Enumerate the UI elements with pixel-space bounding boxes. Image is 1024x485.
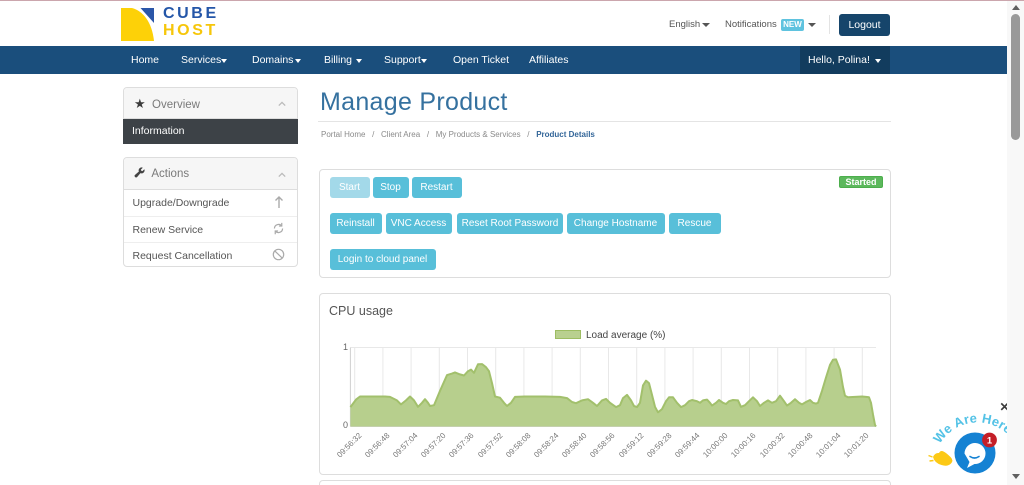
svg-text:1: 1: [987, 436, 993, 447]
